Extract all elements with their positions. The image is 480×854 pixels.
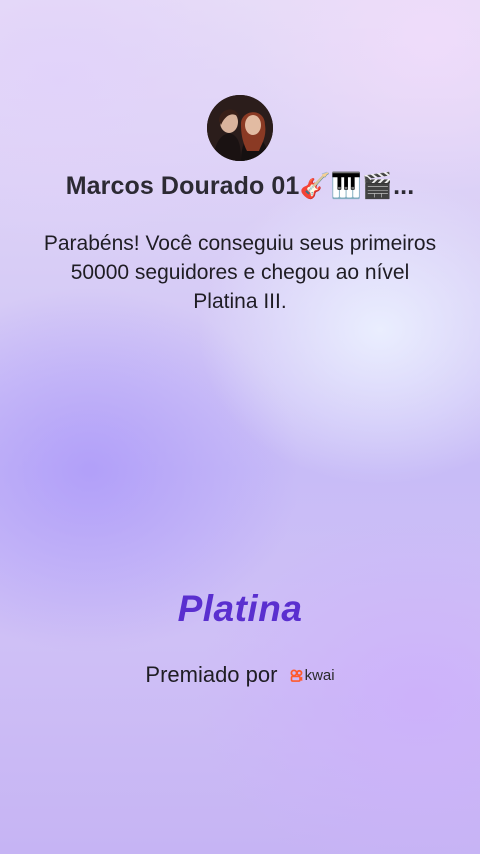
profile-name: Marcos Dourado 01🎸🎹🎬...	[65, 172, 415, 200]
kwai-icon	[290, 669, 303, 683]
awarded-by: Premiado por kwai	[0, 661, 480, 688]
awarded-by-label: Premiado por	[145, 662, 278, 688]
level-badge: Platina	[177, 588, 303, 629]
congratulations-message: Parabéns! Você conseguiu seus primeiros …	[43, 232, 437, 313]
profile-avatar	[207, 95, 273, 161]
kwai-logo: kwai	[290, 667, 335, 684]
kwai-wordmark: kwai	[304, 666, 335, 684]
